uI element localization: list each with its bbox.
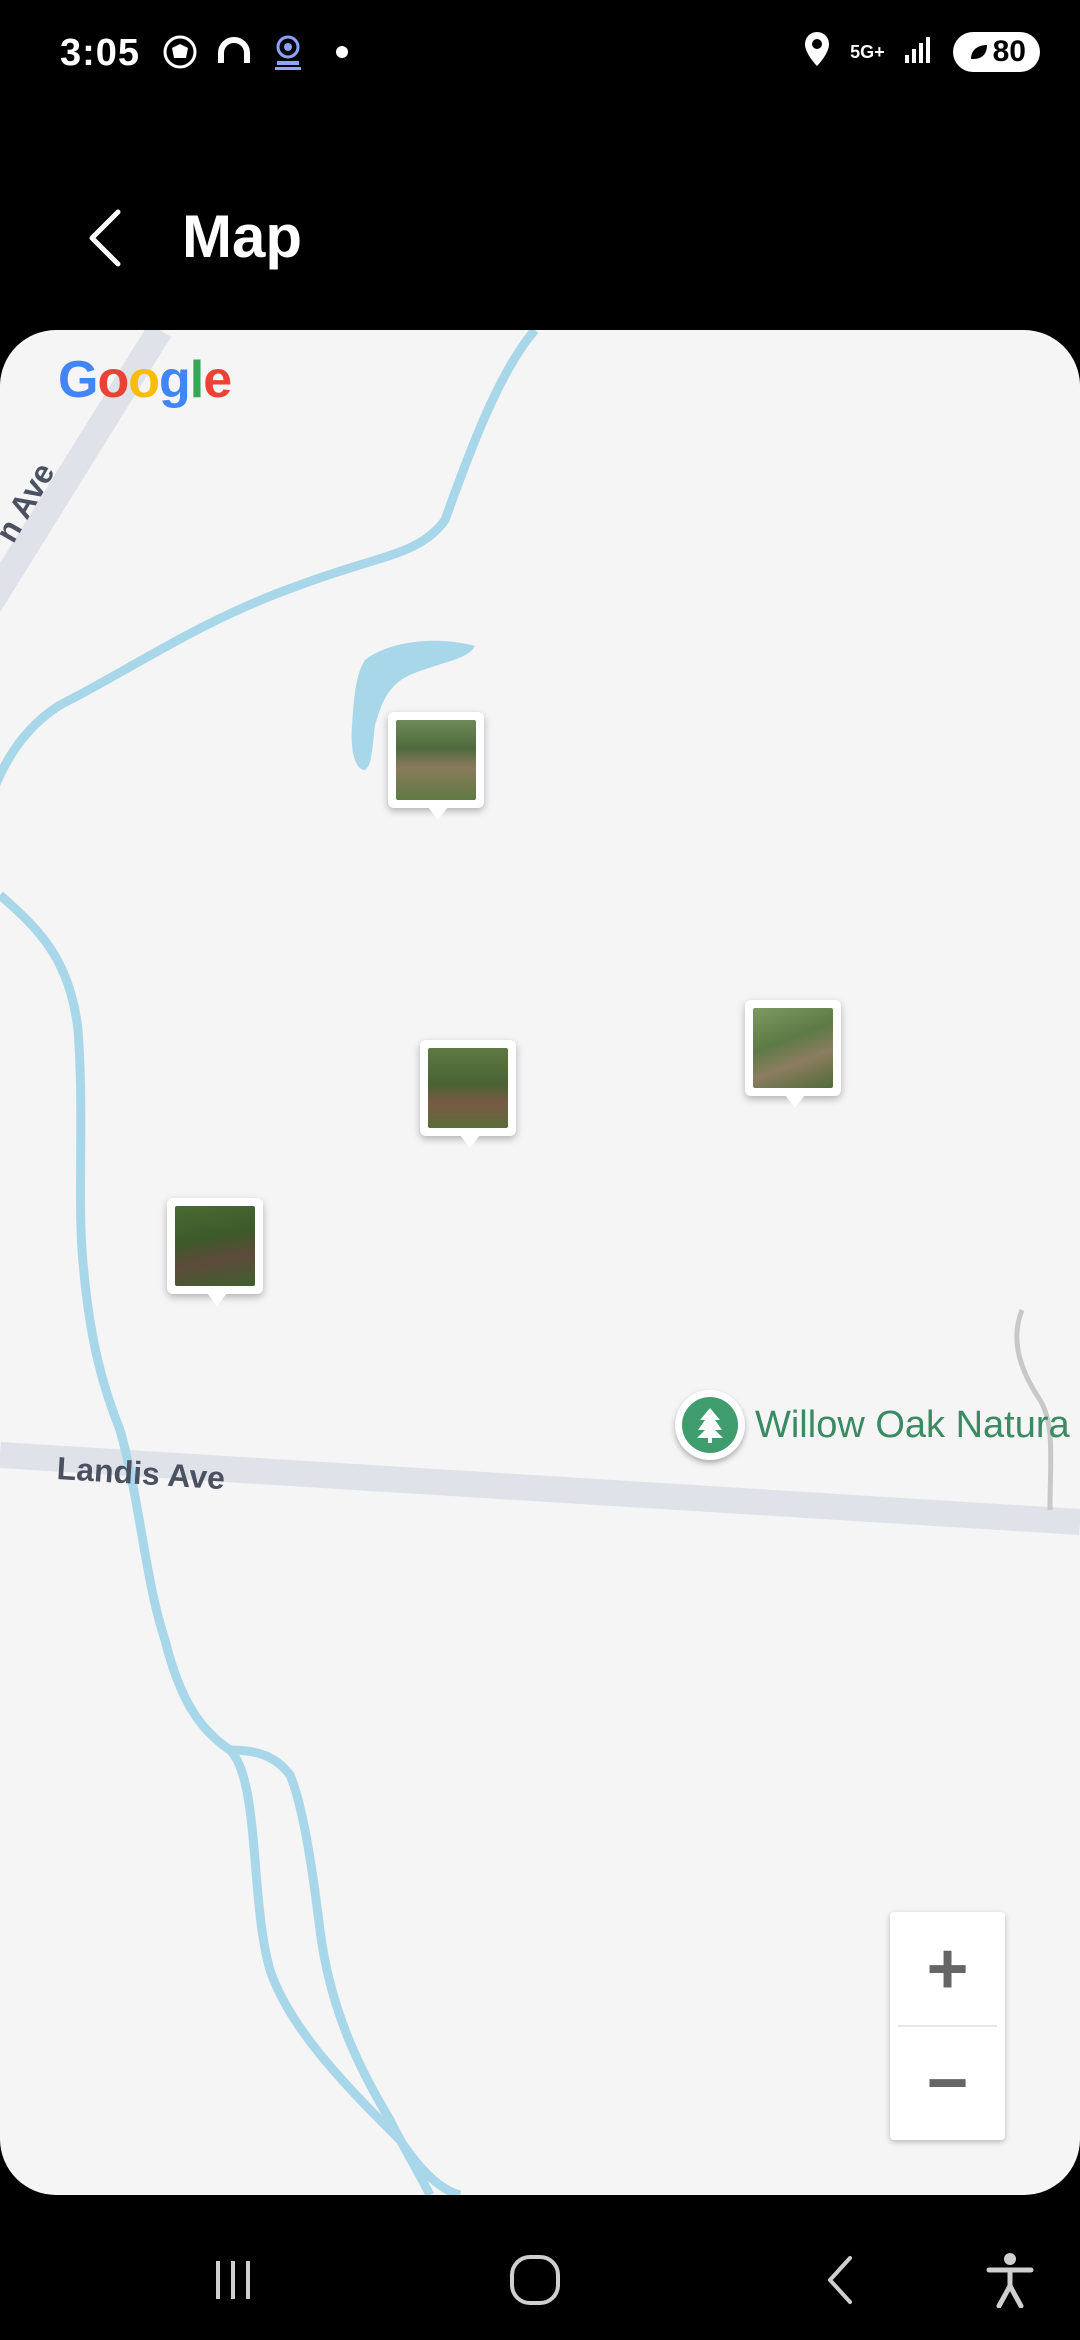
location-icon — [802, 30, 832, 73]
tree-icon — [697, 1408, 723, 1443]
back-button[interactable] — [70, 198, 140, 278]
recent-apps-icon — [216, 2261, 250, 2299]
signal-icon — [903, 33, 935, 70]
map-view[interactable]: Google n Ave Landis Ave Willow Oak Natur… — [0, 330, 1080, 2195]
network-type: 5G+ — [850, 41, 885, 62]
battery-level: 80 — [992, 34, 1026, 68]
recent-apps-button[interactable] — [183, 2240, 283, 2320]
status-bar: 3:05 5G+ 80 — [0, 0, 1080, 110]
app-bar: Map — [0, 180, 1080, 300]
dot-icon — [322, 32, 362, 72]
poi-label: Willow Oak Natura — [755, 1403, 1070, 1446]
zoom-controls: + − — [890, 1912, 1005, 2140]
photo-marker-4[interactable] — [167, 1198, 263, 1306]
poi-willow-oak[interactable]: Willow Oak Natura — [675, 1390, 1070, 1460]
photo-marker-3[interactable] — [420, 1040, 516, 1148]
poi-pin — [675, 1390, 745, 1460]
page-title: Map — [182, 203, 302, 270]
photo-marker-2[interactable] — [745, 1000, 841, 1108]
system-back-button[interactable] — [790, 2240, 890, 2320]
chevron-left-icon — [89, 209, 121, 267]
battery-icon: 80 — [952, 31, 1040, 72]
status-right: 5G+ 80 — [802, 30, 1040, 73]
zoom-out-button[interactable]: − — [890, 2026, 1005, 2140]
system-nav-bar — [0, 2220, 1080, 2340]
trail-photo — [428, 1048, 508, 1128]
vpn-icon — [268, 32, 308, 72]
status-time: 3:05 — [60, 32, 141, 74]
trail-photo — [396, 720, 476, 800]
accessibility-icon — [986, 2253, 1034, 2308]
home-button[interactable] — [485, 2240, 585, 2320]
accessibility-button[interactable] — [960, 2240, 1060, 2320]
photo-marker-1[interactable] — [388, 712, 484, 820]
photo-notification-icon — [160, 32, 200, 72]
back-icon — [828, 2256, 852, 2304]
headphones-icon — [214, 32, 254, 72]
zoom-in-button[interactable]: + — [890, 1912, 1005, 2026]
notification-icons — [160, 32, 362, 72]
trail-photo — [175, 1206, 255, 1286]
trail-photo — [753, 1008, 833, 1088]
home-icon — [510, 2255, 560, 2305]
google-logo: Google — [58, 351, 232, 409]
